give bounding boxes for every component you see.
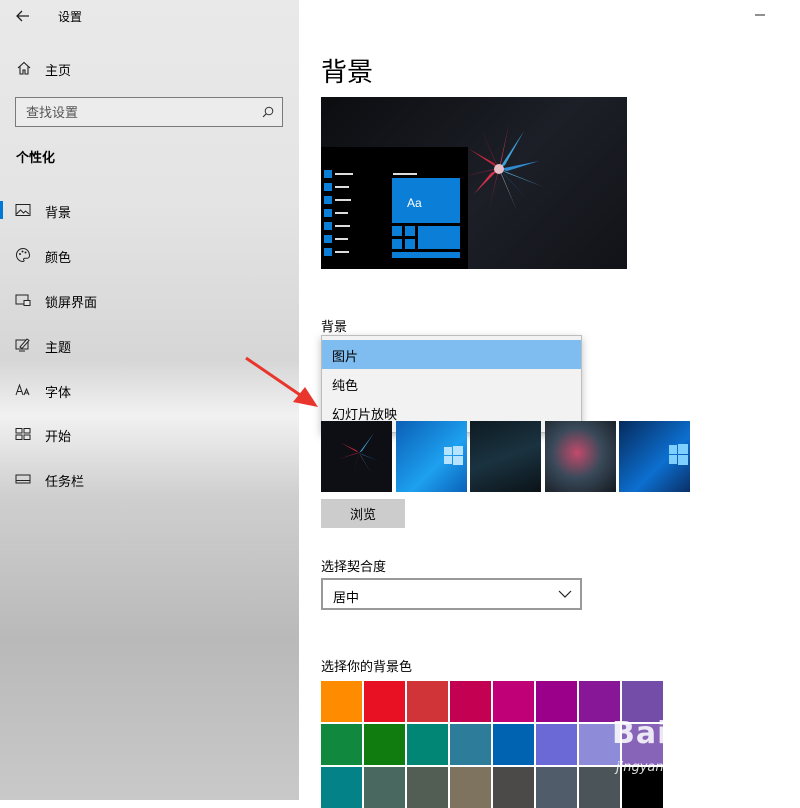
thumbnail-windows-blue[interactable]: [396, 421, 467, 492]
fit-select[interactable]: 居中: [321, 578, 582, 610]
color-swatch[interactable]: [579, 724, 620, 765]
main-content: 背景 Aa 背景 图片 纯色 幻灯片放映 浏览 选择契合度 居中 选择你的背景色: [299, 0, 800, 808]
color-swatch[interactable]: [536, 681, 577, 722]
picture-thumbnails: [321, 421, 693, 492]
thumbnail-windows-light[interactable]: [619, 421, 690, 492]
color-swatch[interactable]: [622, 681, 663, 722]
preview-wallpaper-art: Aa: [321, 124, 544, 269]
thumb-windows-logo: [669, 444, 688, 465]
background-type-label: 背景: [321, 320, 348, 335]
section-heading: 个性化: [16, 151, 56, 166]
thumb-windows-logo: [444, 446, 463, 465]
theme-brush-icon: [15, 338, 30, 352]
color-swatch[interactable]: [321, 681, 362, 722]
color-swatch[interactable]: [450, 724, 491, 765]
thumbnail-crystal[interactable]: [321, 421, 392, 492]
color-swatch[interactable]: [493, 724, 534, 765]
minimize-button[interactable]: [754, 8, 766, 22]
color-swatch[interactable]: [536, 724, 577, 765]
back-arrow-icon: [16, 10, 29, 22]
color-swatch[interactable]: [493, 767, 534, 808]
preview-tile-text: Aa: [407, 196, 422, 210]
color-swatch[interactable]: [622, 724, 663, 765]
search-icon[interactable]: [262, 106, 274, 118]
palette-icon: [16, 247, 31, 263]
page-title: 背景: [321, 58, 374, 88]
sidebar-item-label: 背景: [45, 206, 72, 221]
start-grid-icon: [15, 428, 31, 440]
back-button[interactable]: [10, 4, 36, 28]
sidebar-item-label: 主题: [45, 341, 72, 356]
sidebar-item-background[interactable]: 背景: [0, 193, 299, 227]
color-swatch[interactable]: [407, 681, 448, 722]
thumbnail-dark-waves[interactable]: [470, 421, 541, 492]
color-swatch[interactable]: [536, 767, 577, 808]
thumbnail-crystal-smoke[interactable]: [545, 421, 616, 492]
sidebar-item-theme[interactable]: 主题: [0, 328, 299, 362]
color-swatch[interactable]: [450, 767, 491, 808]
background-type-dropdown[interactable]: 图片 纯色 幻灯片放映: [321, 335, 582, 433]
fit-label: 选择契合度: [321, 560, 387, 575]
nav-home[interactable]: 主页: [0, 56, 299, 80]
color-swatch[interactable]: [321, 724, 362, 765]
dropdown-option-solid-color[interactable]: 纯色: [322, 369, 581, 398]
sidebar-item-label: 字体: [45, 386, 72, 401]
taskbar-icon: [15, 474, 31, 484]
sidebar-item-color[interactable]: 颜色: [0, 238, 299, 272]
home-icon: [17, 61, 31, 75]
color-swatch[interactable]: [579, 681, 620, 722]
color-swatch[interactable]: [364, 681, 405, 722]
fit-value: 居中: [333, 591, 360, 606]
color-swatch[interactable]: [321, 767, 362, 808]
background-color-label: 选择你的背景色: [321, 660, 413, 675]
sidebar-item-label: 锁屏界面: [45, 296, 98, 311]
chevron-down-icon: [558, 590, 572, 598]
font-icon: [15, 383, 30, 396]
sidebar-item-label: 开始: [45, 430, 72, 445]
sidebar-item-label: 颜色: [45, 251, 72, 266]
color-swatch[interactable]: [579, 767, 620, 808]
color-swatch[interactable]: [450, 681, 491, 722]
option-label: 纯色: [332, 379, 359, 394]
sidebar-item-label: 任务栏: [45, 475, 85, 490]
picture-icon: [15, 204, 31, 216]
title-bar: 设置: [0, 0, 299, 32]
sidebar-item-lockscreen[interactable]: 锁屏界面: [0, 283, 299, 317]
color-swatch[interactable]: [622, 767, 663, 808]
sidebar-item-taskbar[interactable]: 任务栏: [0, 462, 299, 496]
color-swatch[interactable]: [364, 724, 405, 765]
option-label: 图片: [332, 350, 359, 365]
color-swatch[interactable]: [407, 767, 448, 808]
app-title: 设置: [58, 10, 83, 24]
search-input[interactable]: [16, 98, 268, 128]
background-preview: Aa: [321, 97, 627, 269]
browse-button[interactable]: 浏览: [321, 499, 405, 528]
sidebar-item-start[interactable]: 开始: [0, 417, 299, 451]
sidebar-item-font[interactable]: 字体: [0, 373, 299, 407]
color-swatch[interactable]: [364, 767, 405, 808]
thumb-crystal-art: [339, 433, 379, 475]
dropdown-option-picture[interactable]: 图片: [322, 340, 581, 369]
search-box[interactable]: [15, 97, 283, 128]
nav-home-label: 主页: [45, 64, 72, 79]
color-swatch[interactable]: [407, 724, 448, 765]
lockscreen-icon: [15, 294, 31, 306]
color-swatch[interactable]: [493, 681, 534, 722]
settings-sidebar: 设置 主页 个性化 背景 颜色 锁屏界面: [0, 0, 299, 800]
